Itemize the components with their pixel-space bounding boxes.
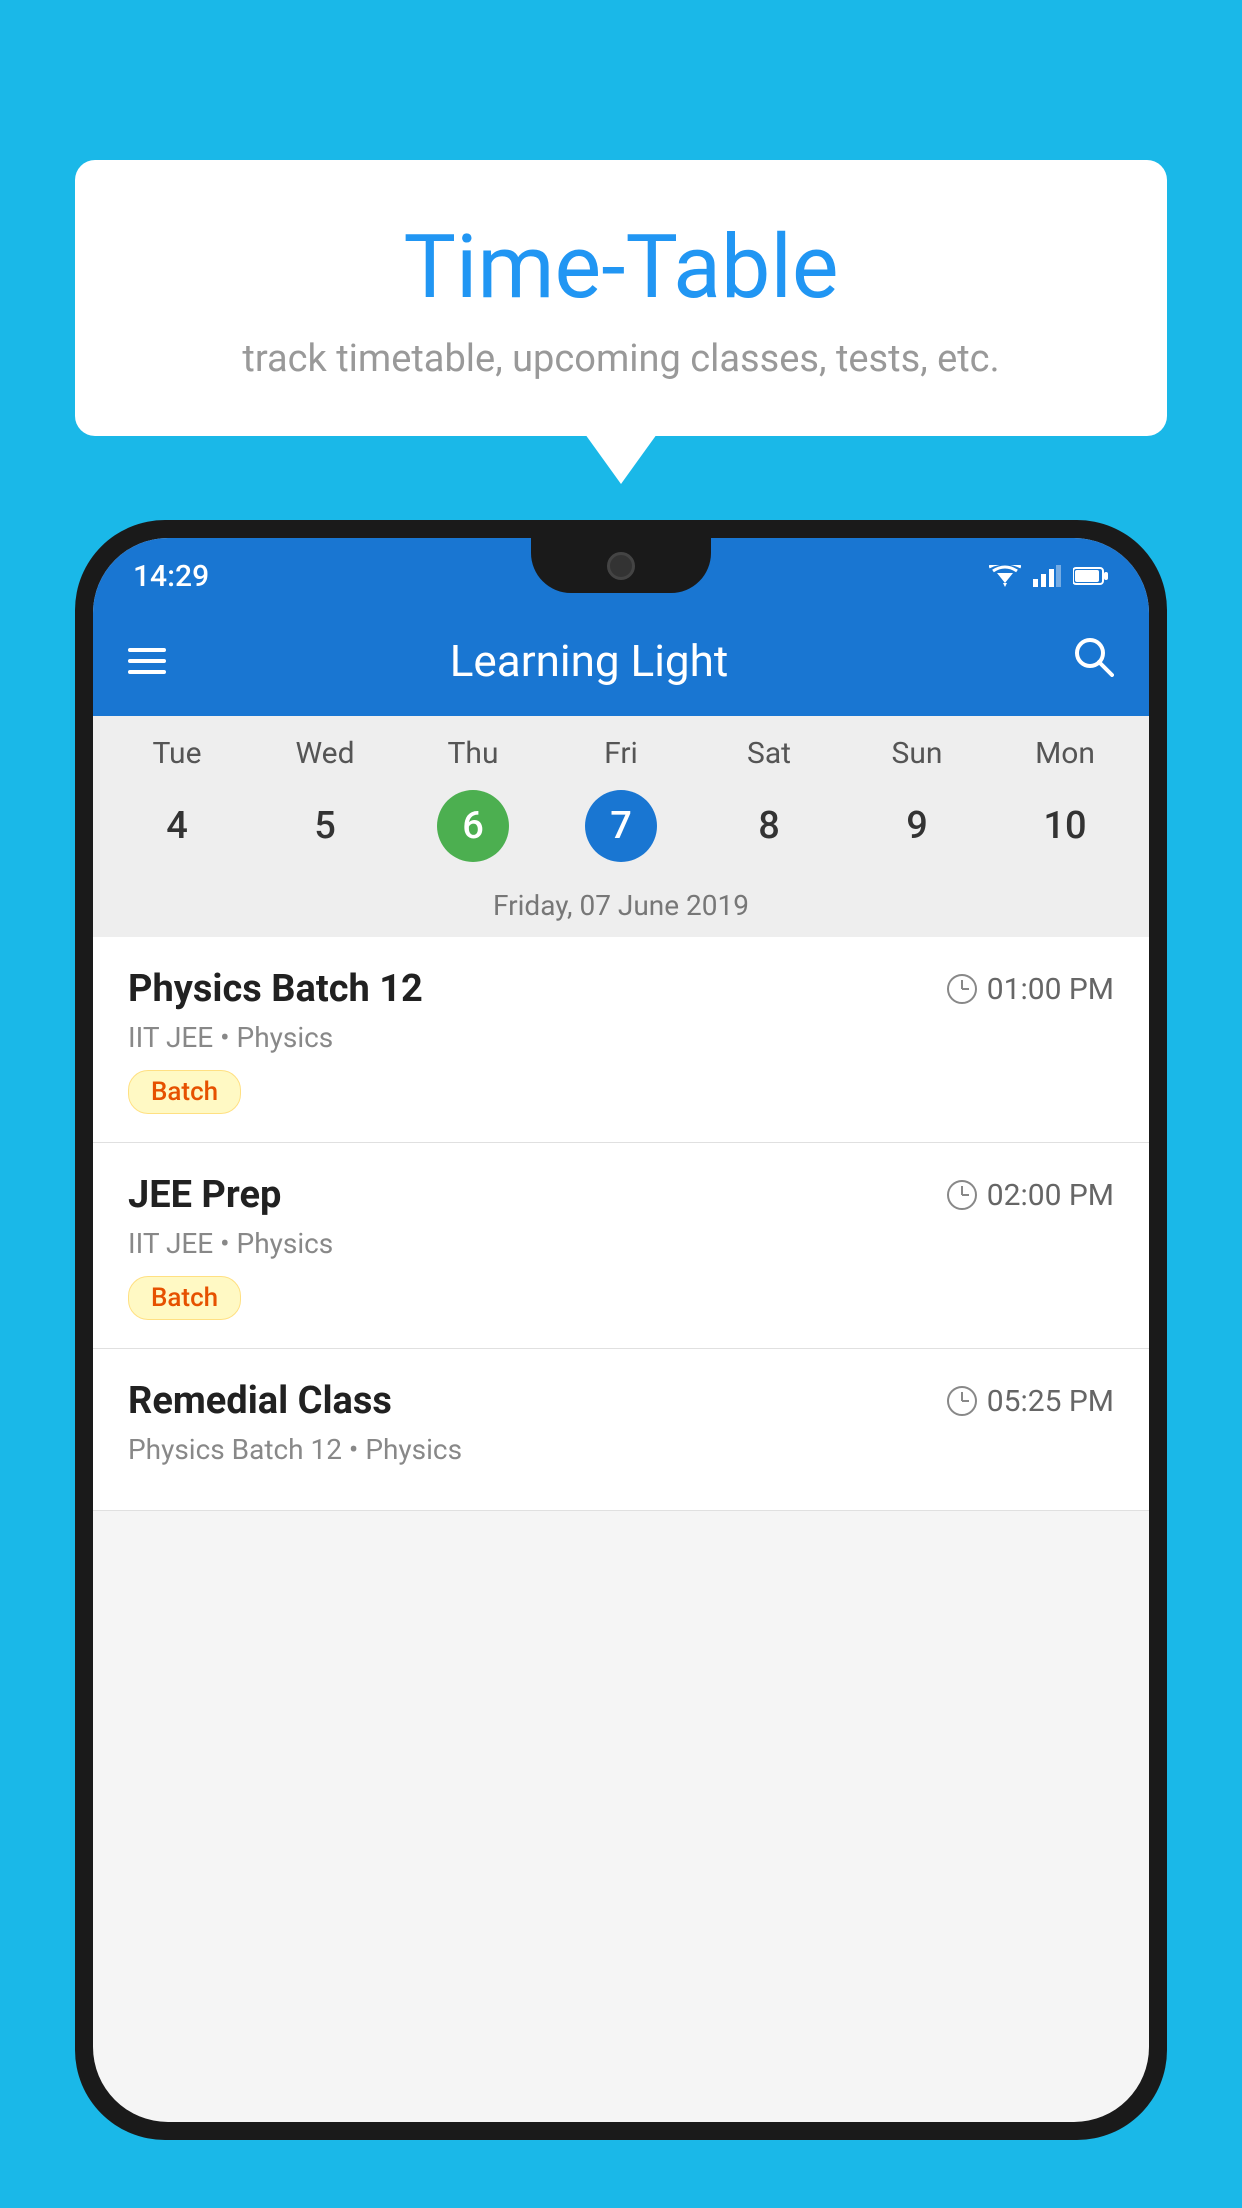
class-list: Physics Batch 12 01:00 PM IIT JEE • Phys…: [93, 937, 1149, 1511]
batch-badge-1: Batch: [128, 1070, 241, 1114]
day-sat[interactable]: Sat: [695, 736, 843, 771]
day-sun[interactable]: Sun: [843, 736, 991, 771]
camera: [607, 552, 635, 580]
day-thu[interactable]: Thu: [399, 736, 547, 771]
class-item-1-header: Physics Batch 12 01:00 PM: [128, 967, 1114, 1011]
bubble-title: Time-Table: [155, 220, 1087, 317]
day-wed[interactable]: Wed: [251, 736, 399, 771]
class-name-3: Remedial Class: [128, 1379, 392, 1423]
wifi-icon: [989, 565, 1021, 587]
class-name-2: JEE Prep: [128, 1173, 281, 1217]
clock-icon-1: [947, 974, 977, 1004]
speech-bubble: Time-Table track timetable, upcoming cla…: [75, 160, 1167, 436]
app-bar: Learning Light: [93, 606, 1149, 716]
batch-badge-2: Batch: [128, 1276, 241, 1320]
selected-date-label: Friday, 07 June 2019: [93, 881, 1149, 937]
menu-icon[interactable]: [128, 648, 166, 674]
clock-icon-2: [947, 1180, 977, 1210]
day-mon[interactable]: Mon: [991, 736, 1139, 771]
date-9[interactable]: 9: [843, 781, 991, 871]
bubble-subtitle: track timetable, upcoming classes, tests…: [155, 337, 1087, 381]
class-time-value-1: 01:00 PM: [987, 972, 1114, 1007]
class-item-1[interactable]: Physics Batch 12 01:00 PM IIT JEE • Phys…: [93, 937, 1149, 1143]
status-time: 14:29: [133, 559, 209, 594]
phone-outer: 14:29: [75, 520, 1167, 2140]
class-time-value-2: 02:00 PM: [987, 1178, 1114, 1213]
calendar-days-header: Tue Wed Thu Fri Sat Sun Mon: [93, 716, 1149, 776]
search-button[interactable]: [1072, 635, 1114, 688]
bubble-card: Time-Table track timetable, upcoming cla…: [75, 160, 1167, 436]
date-5[interactable]: 5: [251, 781, 399, 871]
class-item-2[interactable]: JEE Prep 02:00 PM IIT JEE • Physics Batc…: [93, 1143, 1149, 1349]
day-fri[interactable]: Fri: [547, 736, 695, 771]
class-subject-2: IIT JEE • Physics: [128, 1227, 1114, 1260]
battery-icon: [1073, 566, 1109, 586]
class-name-1: Physics Batch 12: [128, 967, 423, 1011]
clock-icon-3: [947, 1386, 977, 1416]
date-4[interactable]: 4: [103, 781, 251, 871]
app-title: Learning Light: [196, 635, 982, 687]
date-6-today[interactable]: 6: [399, 781, 547, 871]
date-10[interactable]: 10: [991, 781, 1139, 871]
calendar-section: Tue Wed Thu Fri Sat Sun Mon 4 5: [93, 716, 1149, 937]
class-time-1: 01:00 PM: [947, 972, 1114, 1007]
phone-notch: [531, 538, 711, 593]
date-7-selected[interactable]: 7: [547, 781, 695, 871]
class-item-3-header: Remedial Class 05:25 PM: [128, 1379, 1114, 1423]
class-time-value-3: 05:25 PM: [987, 1384, 1114, 1419]
class-item-2-header: JEE Prep 02:00 PM: [128, 1173, 1114, 1217]
signal-icon: [1033, 565, 1061, 587]
class-item-3[interactable]: Remedial Class 05:25 PM Physics Batch 12…: [93, 1349, 1149, 1511]
date-8[interactable]: 8: [695, 781, 843, 871]
day-tue[interactable]: Tue: [103, 736, 251, 771]
class-subject-3: Physics Batch 12 • Physics: [128, 1433, 1114, 1466]
phone-screen: 14:29: [93, 538, 1149, 2122]
class-time-3: 05:25 PM: [947, 1384, 1114, 1419]
class-subject-1: IIT JEE • Physics: [128, 1021, 1114, 1054]
status-icons: [989, 565, 1109, 587]
calendar-dates-row: 4 5 6 7 8 9: [93, 776, 1149, 881]
phone-frame: 14:29: [75, 520, 1167, 2208]
class-time-2: 02:00 PM: [947, 1178, 1114, 1213]
